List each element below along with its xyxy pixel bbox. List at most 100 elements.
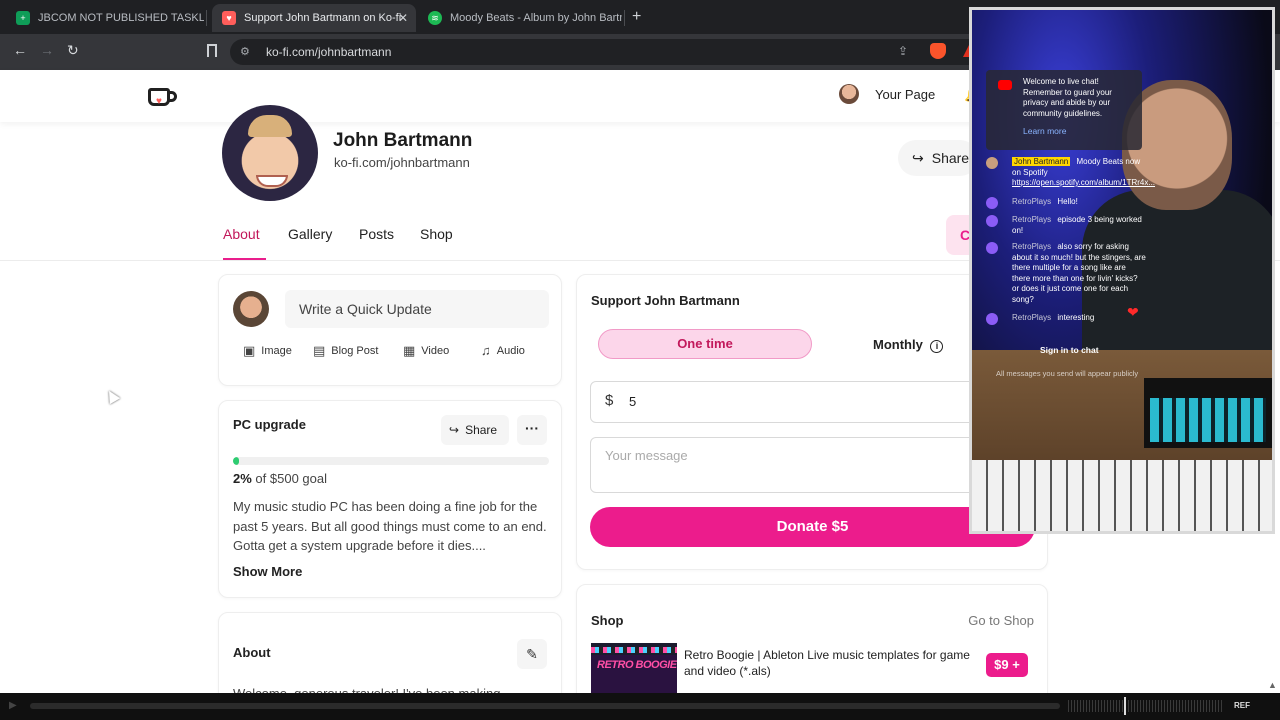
support-title: Support John Bartmann — [591, 293, 740, 308]
tab-tasklist[interactable]: + JBCOM NOT PUBLISHED TASKLIST - — [6, 4, 204, 32]
waveform — [1068, 700, 1223, 712]
info-icon[interactable]: i — [930, 340, 944, 353]
heart-icon: ♥ — [156, 96, 162, 107]
reload-icon[interactable]: ↻ — [67, 42, 79, 59]
sign-in-to-chat-button[interactable]: Sign in to chat — [1040, 345, 1099, 355]
mouse-cursor-icon — [103, 387, 121, 405]
webcam-chat-overlay: Welcome to live chat! Remember to guard … — [969, 7, 1275, 534]
chat-welcome-text: Welcome to live chat! Remember to guard … — [1023, 77, 1112, 118]
shop-title: Shop — [591, 613, 624, 628]
chat-text: also sorry for asking about it so much! … — [1012, 242, 1146, 304]
action-label: Audio — [496, 344, 525, 357]
goal-target: of $500 goal — [255, 471, 327, 486]
cup-handle-shape — [167, 91, 177, 102]
goal-progress-fill — [233, 457, 240, 465]
your-page-link[interactable]: Your Page — [875, 87, 935, 102]
avatar — [986, 157, 998, 169]
player-bar: ▶ REF — [0, 693, 1280, 720]
share-profile-button[interactable]: ↪ Share — [898, 140, 978, 176]
monthly-label: Monthly — [873, 337, 923, 352]
chat-message-body: RetroPlays Hello! — [1012, 197, 1146, 208]
go-to-shop-link[interactable]: Go to Shop — [968, 613, 1034, 628]
chat-text: interesting — [1057, 313, 1095, 322]
chat-message: RetroPlays episode 3 being worked on! — [986, 215, 1146, 236]
forward-arrow-icon[interactable]: → — [40, 42, 54, 58]
add-image-button[interactable]: ▣ Image — [243, 343, 292, 359]
heart-reaction-icon[interactable]: ❤ — [1127, 304, 1139, 321]
thumbnail-text: RETRO BOOGIE — [597, 659, 677, 671]
chat-message: John Bartmann Moody Beats now on Spotify… — [986, 157, 1155, 189]
playhead-marker[interactable] — [1124, 697, 1126, 715]
address-url[interactable]: ko-fi.com/johnbartmann — [266, 45, 391, 59]
share-page-icon[interactable]: ⇪ — [898, 44, 908, 58]
quick-update-input[interactable]: Write a Quick Update — [285, 290, 549, 328]
bookmark-icon[interactable] — [207, 44, 217, 57]
ref-label[interactable]: REF — [1234, 701, 1250, 710]
tab-about[interactable]: About — [223, 226, 260, 242]
close-tab-icon[interactable]: ✕ — [398, 11, 408, 25]
profile-avatar — [222, 105, 318, 201]
show-more-link[interactable]: Show More — [233, 564, 302, 579]
learn-more-link[interactable]: Learn more — [1023, 126, 1066, 136]
tab-title: JBCOM NOT PUBLISHED TASKLIST - — [38, 12, 204, 24]
one-time-toggle[interactable]: One time — [598, 329, 812, 359]
creator-url[interactable]: ko-fi.com/johnbartmann — [334, 155, 470, 170]
goal-progress-track — [233, 457, 549, 465]
chat-author: RetroPlays — [1012, 313, 1052, 322]
goal-description: My music studio PC has been doing a fine… — [233, 499, 547, 553]
site-info-icon[interactable]: ⚙ — [240, 45, 250, 58]
avatar — [986, 197, 998, 209]
chat-message-body: John Bartmann Moody Beats now on Spotify… — [1012, 157, 1155, 189]
message-input[interactable]: Your message — [590, 437, 1030, 493]
new-tab-button[interactable]: + — [632, 8, 641, 26]
thumbnail-decoration — [591, 647, 677, 653]
address-bar[interactable]: ⚙ ko-fi.com/johnbartmann ⇪ — [230, 39, 990, 65]
document-icon: ▤ — [313, 343, 326, 358]
clapper-icon: ▦ — [403, 343, 416, 358]
share-label: Share — [931, 150, 970, 166]
avatar — [986, 215, 998, 227]
seek-bar[interactable] — [30, 703, 1060, 709]
kofi-icon: ♥ — [222, 11, 236, 25]
avatar — [233, 291, 269, 327]
sheets-icon: + — [16, 11, 30, 25]
tab-shop[interactable]: Shop — [420, 226, 453, 242]
more-options-button[interactable]: ··· — [517, 415, 547, 445]
chat-message: RetroPlays Hello! — [986, 197, 1146, 209]
tab-title: Support John Bartmann on Ko-fi — [244, 12, 402, 24]
add-blog-post-button[interactable]: ▤ Blog Post — [313, 343, 378, 359]
creator-name: John Bartmann — [333, 130, 473, 151]
edit-icon[interactable]: ✎ — [517, 639, 547, 669]
share-goal-button[interactable]: ↪ Share — [441, 415, 509, 445]
play-icon[interactable]: ▶ — [9, 700, 17, 711]
tab-kofi[interactable]: ♥ Support John Bartmann on Ko-fi ✕ — [212, 4, 416, 32]
avatar[interactable] — [839, 84, 859, 104]
amount-value[interactable]: 5 — [629, 394, 636, 409]
piano-keys — [972, 460, 1272, 531]
tab-posts[interactable]: Posts — [359, 226, 394, 242]
tab-gallery[interactable]: Gallery — [288, 226, 332, 242]
add-video-button[interactable]: ▦ Video — [403, 343, 449, 359]
kofi-logo-icon[interactable]: ♥ — [148, 86, 178, 108]
goal-card: PC upgrade ↪ Share ··· 2% of $500 goal M… — [218, 400, 562, 598]
midi-controller — [1144, 378, 1272, 448]
youtube-icon — [998, 80, 1012, 90]
chat-author: RetroPlays — [1012, 197, 1052, 206]
monthly-toggle[interactable]: Monthly i — [873, 337, 944, 353]
scroll-up-arrow-icon[interactable]: ▲ — [1268, 680, 1277, 690]
goal-title: PC upgrade — [233, 417, 306, 432]
currency-symbol: $ — [605, 392, 614, 409]
back-arrow-icon[interactable]: ← — [13, 42, 27, 58]
amount-input[interactable]: $ 5 — [590, 381, 1030, 423]
midi-pads — [1150, 398, 1266, 442]
chat-welcome-banner: Welcome to live chat! Remember to guard … — [986, 70, 1142, 150]
chat-message-body: RetroPlays also sorry for asking about i… — [1012, 242, 1146, 305]
shop-item-price[interactable]: $9 + — [986, 653, 1028, 677]
chat-link[interactable]: https://open.spotify.com/album/1TRr4x... — [1012, 178, 1155, 187]
brave-shields-icon[interactable] — [930, 43, 946, 59]
chat-author: John Bartmann — [1012, 157, 1071, 166]
add-audio-button[interactable]: ♫ Audio — [481, 343, 525, 358]
shop-item-title[interactable]: Retro Boogie | Ableton Live music templa… — [684, 647, 974, 679]
tab-spotify[interactable]: ≋ Moody Beats - Album by John Bartn — [418, 4, 622, 32]
chat-public-notice: All messages you send will appear public… — [996, 369, 1139, 378]
